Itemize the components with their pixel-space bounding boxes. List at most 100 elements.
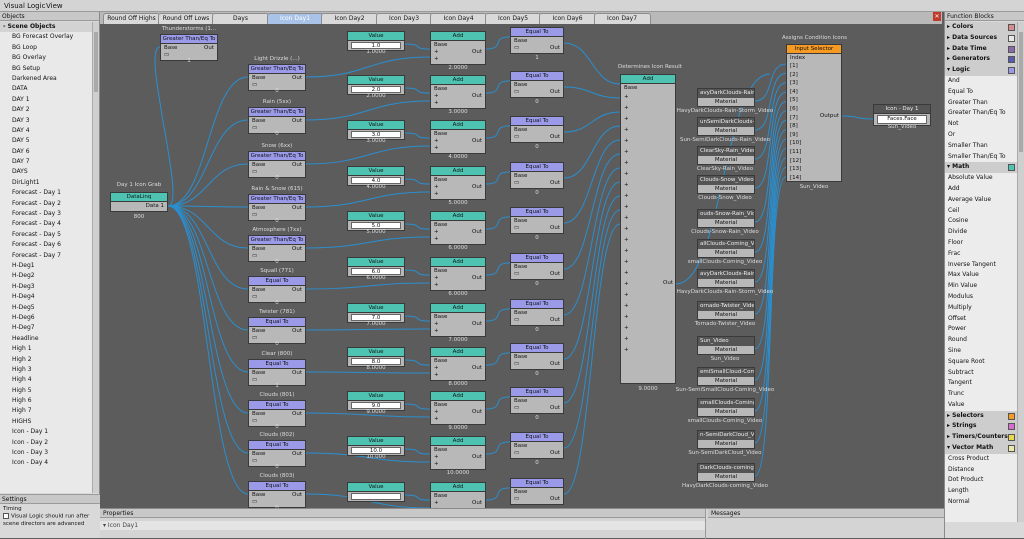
logic-node[interactable]: Equal To Base Out ▭	[248, 440, 306, 467]
object-item[interactable]: Icon - Day 1	[0, 427, 93, 437]
value-field[interactable]: 8.0	[351, 358, 401, 365]
tab-item[interactable]: Icon Day6	[539, 13, 596, 24]
object-item[interactable]: H-Deg6	[0, 313, 93, 323]
value-field[interactable]: 9.0	[351, 402, 401, 409]
object-item[interactable]: DAY 1	[0, 95, 93, 105]
value-field[interactable]: 1.0	[351, 42, 401, 49]
function-item[interactable]: Inverse Tangent	[945, 260, 1018, 271]
object-item[interactable]: Icon - Day 2	[0, 438, 93, 448]
input-selector-node[interactable]: Input Selector Index [1] [2] [3] [4] [5] [6] [7]…	[786, 44, 842, 182]
scrollbar-thumb[interactable]	[1019, 32, 1023, 152]
value-field[interactable]: 5.0	[351, 222, 401, 229]
add-node[interactable]: AddBase+Out+	[430, 436, 486, 470]
object-item[interactable]: Forecast - Day 7	[0, 251, 93, 261]
equal-node[interactable]: Equal To Base ▭ Out	[510, 299, 564, 326]
function-category[interactable]: ▾ Math	[945, 162, 1018, 174]
logic-node[interactable]: Equal To Base Out ▭	[248, 400, 306, 427]
object-item[interactable]: Forecast - Day 6	[0, 240, 93, 250]
add-node[interactable]: AddBase+Out+	[430, 120, 486, 154]
tab-item[interactable]: Icon Day3	[375, 13, 433, 24]
function-category[interactable]: ▸ Strings	[945, 421, 1018, 433]
object-item[interactable]: High 3	[0, 365, 93, 375]
logic-node[interactable]: Greater Than/Eq To Base Out ▭	[248, 194, 306, 221]
logic-node[interactable]: Equal To Base Out ▭	[248, 359, 306, 386]
object-item[interactable]: DAY 5	[0, 136, 93, 146]
function-item[interactable]: Cross Product	[945, 454, 1018, 465]
material-node[interactable]: ouds-Snow-Rain_Vide Material	[697, 209, 755, 228]
function-item[interactable]: Not	[945, 119, 1018, 130]
function-item[interactable]: Trunc	[945, 389, 1018, 400]
equal-node[interactable]: Equal To Base ▭ Out	[510, 478, 564, 505]
tab-item[interactable]: Days	[212, 13, 269, 24]
add-node[interactable]: AddBase+Out+	[430, 303, 486, 337]
function-item[interactable]: Max Value	[945, 270, 1018, 281]
logic-node[interactable]: Equal To Base Out ▭	[248, 481, 306, 508]
function-item[interactable]: Subtract	[945, 368, 1018, 379]
value-node[interactable]: Value 10.0	[347, 436, 405, 456]
equal-node[interactable]: Equal To Base ▭ Out	[510, 253, 564, 280]
function-item[interactable]: Equal To	[945, 87, 1018, 98]
material-node[interactable]: DarkClouds-coming_VMaterial	[697, 463, 755, 482]
material-node[interactable]: allClouds-Coming_Vid Material	[697, 239, 755, 258]
object-item[interactable]: Headline	[0, 334, 93, 344]
function-item[interactable]: Or	[945, 130, 1018, 141]
material-node[interactable]: smallClouds-Coming_ Material	[697, 398, 755, 417]
add-node[interactable]: AddBase+Out+	[430, 31, 486, 65]
object-item[interactable]: H-Deg5	[0, 303, 93, 313]
function-item[interactable]: Modulus	[945, 292, 1018, 303]
function-item[interactable]: Floor	[945, 238, 1018, 249]
value-field[interactable]: 2.0	[351, 86, 401, 93]
value-node[interactable]: Value 6.0	[347, 257, 405, 277]
function-category[interactable]: ▾ Logic	[945, 65, 1018, 76]
function-item[interactable]: Divide	[945, 227, 1018, 238]
object-item[interactable]: Forecast - Day 2	[0, 199, 93, 209]
value-node[interactable]: Value	[347, 482, 405, 502]
object-item[interactable]: Forecast - Day 5	[0, 230, 93, 240]
value-field[interactable]	[351, 493, 401, 500]
equal-node[interactable]: Equal To Base ▭ Out	[510, 387, 564, 414]
scene-objects-category[interactable]: - Scene Objects	[0, 22, 93, 33]
equal-node[interactable]: Equal To Base ▭ Out	[510, 27, 564, 54]
tab-item[interactable]: Icon Day4	[430, 13, 487, 24]
add-node[interactable]: AddBase+Out+	[430, 347, 486, 381]
value-node[interactable]: Value 3.0	[347, 120, 405, 140]
object-item[interactable]: DirLight1	[0, 178, 93, 188]
object-item[interactable]: DAY 3	[0, 116, 93, 126]
object-item[interactable]: Forecast - Day 3	[0, 209, 93, 219]
target-node[interactable]: Icon - Day 1 Faces.Face	[873, 104, 931, 126]
value-field[interactable]: 7.0	[351, 314, 401, 321]
equal-node[interactable]: Equal To Base ▭ Out	[510, 432, 564, 459]
objects-scrollbar[interactable]	[92, 22, 99, 493]
material-node[interactable]: Sun_Video Material	[697, 336, 755, 355]
object-item[interactable]: H-Deg3	[0, 282, 93, 292]
value-node[interactable]: Value 7.0	[347, 303, 405, 323]
add-node[interactable]: AddBase+Out+	[430, 391, 486, 425]
object-item[interactable]: DATA	[0, 84, 93, 94]
object-item[interactable]: Icon - Day 4	[0, 458, 93, 468]
equal-node[interactable]: Equal To Base ▭ Out	[510, 116, 564, 143]
object-item[interactable]: H-Deg1	[0, 261, 93, 271]
big-add-node[interactable]: Add Base + + + + + + + + + + + + + + + + + + + + + + + + Out	[620, 74, 676, 384]
logic-node[interactable]: Greater Than/Eq To Base Out ▭	[248, 64, 306, 91]
object-item[interactable]: Forecast - Day 1	[0, 188, 93, 198]
function-item[interactable]: Value	[945, 400, 1018, 411]
function-item[interactable]: Normal	[945, 497, 1018, 508]
function-item[interactable]: Ceil	[945, 206, 1018, 217]
logic-node[interactable]: Greater Than/Eq To Base Out ▭	[160, 34, 218, 61]
tab-item[interactable]: Round Off Lows	[157, 13, 215, 24]
object-item[interactable]: BG Forecast Overlay	[0, 32, 93, 42]
object-item[interactable]: BG Overlay	[0, 53, 93, 63]
function-item[interactable]: Offset	[945, 314, 1018, 325]
logic-node[interactable]: Equal To Base Out ▭	[248, 276, 306, 303]
equal-node[interactable]: Equal To Base ▭ Out	[510, 71, 564, 98]
close-tab-icon[interactable]: ✕	[933, 12, 941, 21]
menu-title[interactable]: Visual Logic	[4, 2, 45, 10]
object-item[interactable]: High 5	[0, 386, 93, 396]
add-node[interactable]: AddBase+Out+	[430, 166, 486, 200]
add-node[interactable]: AddBase+Out+	[430, 257, 486, 291]
function-category[interactable]: ▸ Selectors	[945, 410, 1018, 422]
function-item[interactable]: Frac	[945, 249, 1018, 260]
function-item[interactable]: Round	[945, 335, 1018, 346]
function-item[interactable]: Length	[945, 486, 1018, 497]
function-item[interactable]: Multiply	[945, 303, 1018, 314]
